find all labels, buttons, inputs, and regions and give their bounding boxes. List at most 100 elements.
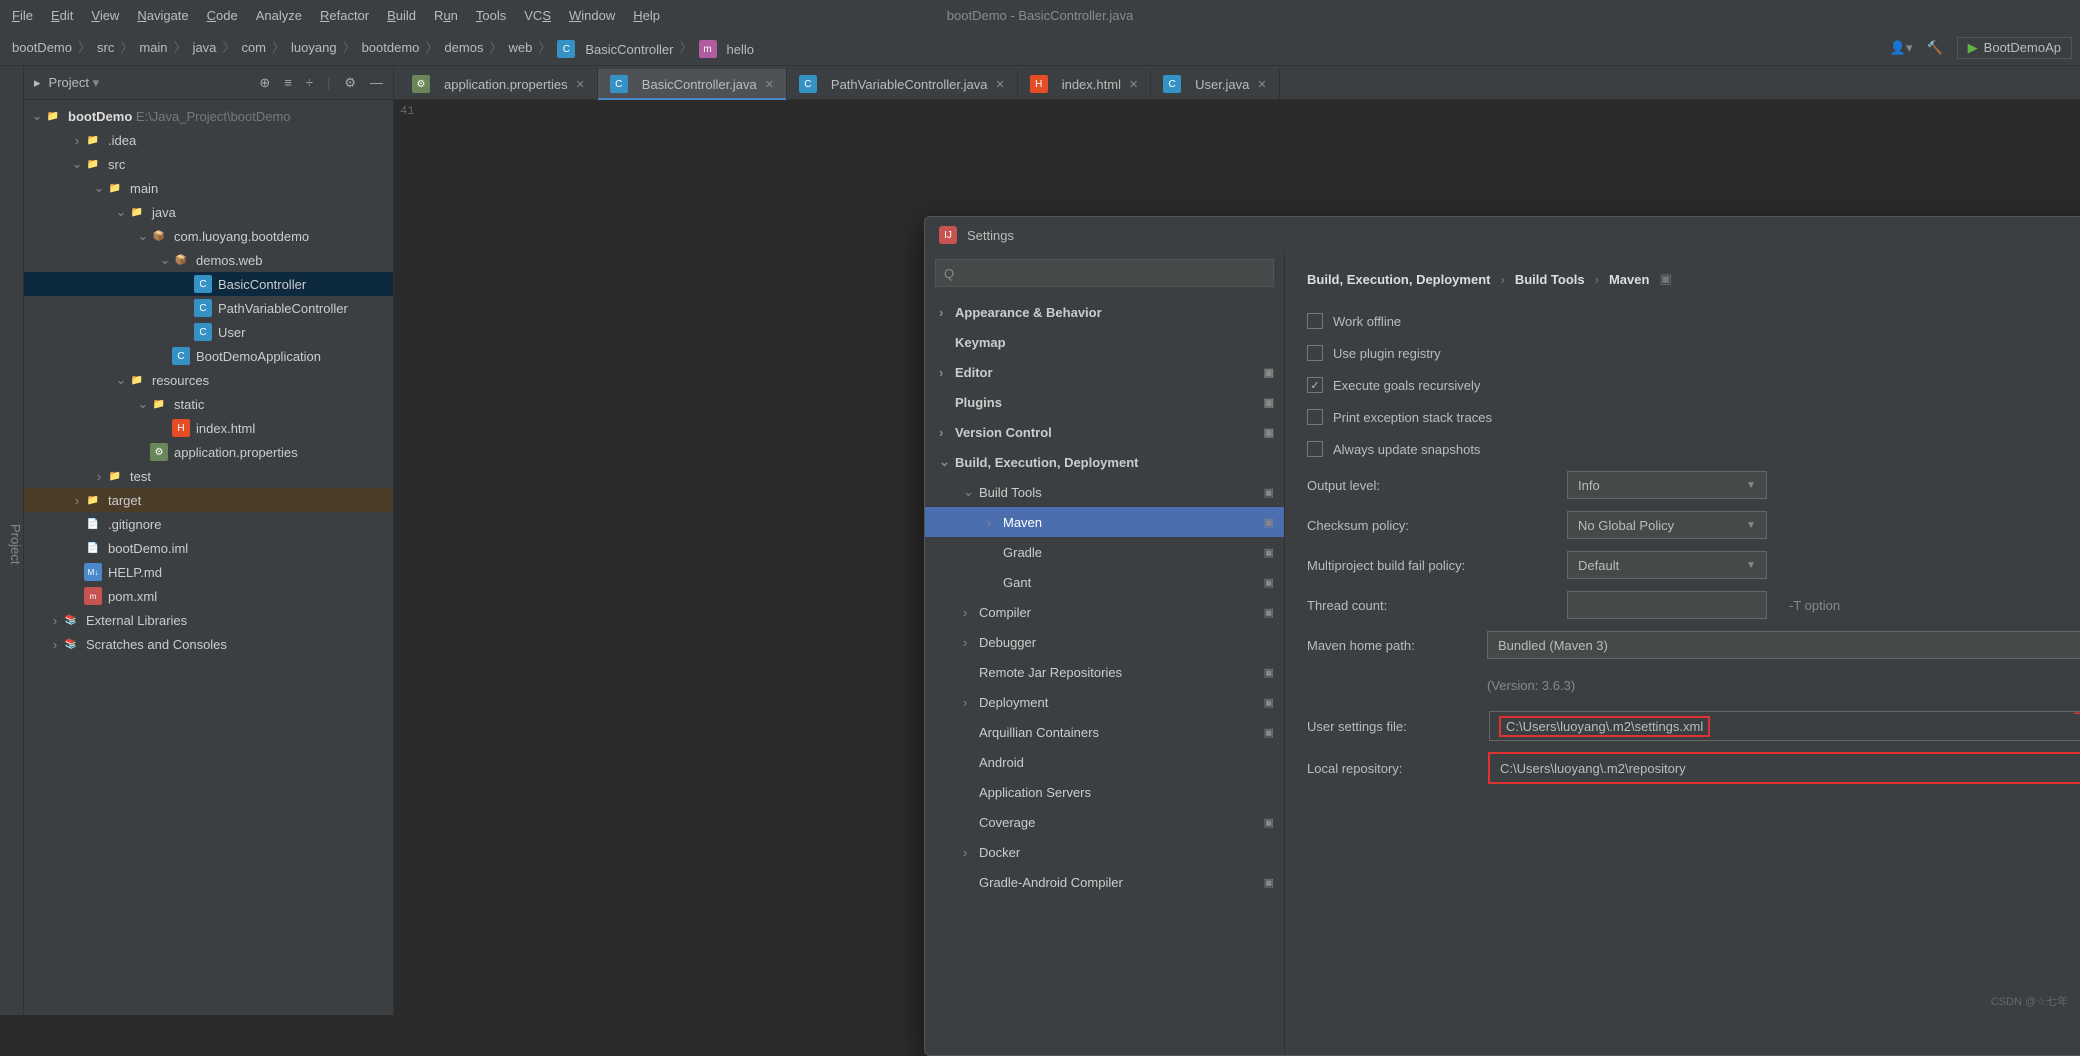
menu-analyze[interactable]: Analyze [256, 8, 302, 23]
menu-edit[interactable]: Edit [51, 8, 73, 23]
settings-category[interactable]: ⌄Build Tools▣ [925, 477, 1284, 507]
settings-category[interactable]: ⌄Build, Execution, Deployment [925, 447, 1284, 477]
checkbox-row[interactable]: Always update snapshots [1307, 433, 2080, 465]
tree-item[interactable]: CPathVariableController [24, 296, 393, 320]
menu-refactor[interactable]: Refactor [320, 8, 369, 23]
tree-item[interactable]: ›📁test [24, 464, 393, 488]
checkbox[interactable] [1307, 377, 1323, 393]
tree-item[interactable]: CUser [24, 320, 393, 344]
settings-category[interactable]: Keymap [925, 327, 1284, 357]
crumb[interactable]: com [237, 40, 270, 55]
settings-category[interactable]: Android [925, 747, 1284, 777]
crumb[interactable]: java [189, 40, 221, 55]
crumb[interactable]: bootdemo [358, 40, 424, 55]
tree-root[interactable]: ⌄📁bootDemo E:\Java_Project\bootDemo [24, 104, 393, 128]
menu-code[interactable]: Code [207, 8, 238, 23]
close-tab-icon[interactable]: ✕ [1257, 78, 1266, 91]
settings-category[interactable]: Arquillian Containers▣ [925, 717, 1284, 747]
crumb[interactable]: main [135, 40, 171, 55]
editor-tab[interactable]: ⚙application.properties✕ [400, 69, 598, 99]
tree-item[interactable]: ⌄📦com.luoyang.bootdemo [24, 224, 393, 248]
checkbox[interactable] [1307, 441, 1323, 457]
checkbox-row[interactable]: Work offline [1307, 305, 2080, 337]
close-tab-icon[interactable]: ✕ [995, 78, 1004, 91]
tree-item[interactable]: ⌄📁resources [24, 368, 393, 392]
menu-help[interactable]: Help [633, 8, 660, 23]
checkbox[interactable] [1307, 313, 1323, 329]
tree-item[interactable]: 📄.gitignore [24, 512, 393, 536]
tree-item[interactable]: Hindex.html [24, 416, 393, 440]
menu-vcs[interactable]: VCS [524, 8, 551, 23]
checkbox-row[interactable]: Use plugin registry [1307, 337, 2080, 369]
checkbox-row[interactable]: Print exception stack traces [1307, 401, 2080, 433]
local-repo-input[interactable]: C:\Users\luoyang\.m2\repository 📁 [1489, 753, 2080, 783]
editor-tab[interactable]: CBasicController.java✕ [598, 69, 787, 99]
tree-item[interactable]: ›📁target [24, 488, 393, 512]
hide-icon[interactable]: — [370, 75, 383, 91]
home-select[interactable]: Bundled (Maven 3)▼ [1487, 631, 2080, 659]
output-level-select[interactable]: Info▼ [1567, 471, 1767, 499]
crumb[interactable]: CBasicController [553, 40, 677, 58]
tree-item[interactable]: ›📚Scratches and Consoles [24, 632, 393, 656]
settings-category[interactable]: ›Debugger [925, 627, 1284, 657]
crumb[interactable]: bootDemo [8, 40, 76, 55]
menu-build[interactable]: Build [387, 8, 416, 23]
settings-category[interactable]: Gradle▣ [925, 537, 1284, 567]
locate-icon[interactable]: ⊕ [259, 75, 270, 91]
crumb[interactable]: src [93, 40, 118, 55]
project-tool-tab[interactable]: Project [8, 524, 23, 564]
tree-item[interactable]: ⌄📁java [24, 200, 393, 224]
tree-item[interactable]: mpom.xml [24, 584, 393, 608]
menu-tools[interactable]: Tools [476, 8, 506, 23]
editor-tab[interactable]: CPathVariableController.java✕ [787, 69, 1018, 99]
project-tree[interactable]: ⌄📁bootDemo E:\Java_Project\bootDemo›📁.id… [24, 100, 393, 660]
crumb[interactable]: web [504, 40, 536, 55]
menu-file[interactable]: File [12, 8, 33, 23]
thread-input[interactable] [1567, 591, 1767, 619]
settings-category[interactable]: ›Maven▣ [925, 507, 1284, 537]
tree-item[interactable]: ⌄📁main [24, 176, 393, 200]
settings-category[interactable]: Gant▣ [925, 567, 1284, 597]
settings-category[interactable]: ›Docker [925, 837, 1284, 867]
settings-category[interactable]: Application Servers [925, 777, 1284, 807]
settings-category[interactable]: ›Version Control▣ [925, 417, 1284, 447]
tree-item[interactable]: CBasicController [24, 272, 393, 296]
menu-view[interactable]: View [91, 8, 119, 23]
tree-item[interactable]: CBootDemoApplication [24, 344, 393, 368]
settings-category[interactable]: Gradle-Android Compiler▣ [925, 867, 1284, 897]
settings-category[interactable]: Plugins▣ [925, 387, 1284, 417]
menu-run[interactable]: Run [434, 8, 458, 23]
fail-policy-select[interactable]: Default▼ [1567, 551, 1767, 579]
checksum-select[interactable]: No Global Policy▼ [1567, 511, 1767, 539]
menu-window[interactable]: Window [569, 8, 615, 23]
user-icon[interactable]: 👤▾ [1890, 40, 1913, 56]
user-settings-input[interactable]: C:\Users\luoyang\.m2\settings.xml 📁 [1489, 711, 2080, 741]
settings-category[interactable]: ›Compiler▣ [925, 597, 1284, 627]
tree-item[interactable]: ›📁.idea [24, 128, 393, 152]
crumb[interactable]: luoyang [287, 40, 341, 55]
settings-search[interactable]: Q [935, 259, 1274, 287]
tree-item[interactable]: ⌄📁static [24, 392, 393, 416]
tree-item[interactable]: ›📚External Libraries [24, 608, 393, 632]
checkbox[interactable] [1307, 409, 1323, 425]
menu-navigate[interactable]: Navigate [137, 8, 188, 23]
tree-item[interactable]: M↓HELP.md [24, 560, 393, 584]
tree-item[interactable]: 📄bootDemo.iml [24, 536, 393, 560]
settings-category[interactable]: ›Editor▣ [925, 357, 1284, 387]
settings-category[interactable]: Remote Jar Repositories▣ [925, 657, 1284, 687]
build-icon[interactable]: 🔨 [1926, 40, 1942, 56]
checkbox[interactable] [1307, 345, 1323, 361]
expand-icon[interactable]: ≡ [284, 75, 292, 91]
close-tab-icon[interactable]: ✕ [1129, 78, 1138, 91]
crumb[interactable]: mhello [695, 40, 758, 58]
run-config-selector[interactable]: ▶ BootDemoAp [1957, 37, 2072, 59]
checkbox-row[interactable]: Execute goals recursively [1307, 369, 2080, 401]
settings-category[interactable]: Coverage▣ [925, 807, 1284, 837]
settings-category[interactable]: ›Deployment▣ [925, 687, 1284, 717]
settings-category[interactable]: ›Appearance & Behavior [925, 297, 1284, 327]
close-tab-icon[interactable]: ✕ [576, 78, 585, 91]
settings-gear-icon[interactable]: ⚙ [344, 75, 356, 91]
crumb[interactable]: demos [440, 40, 487, 55]
tree-item[interactable]: ⌄📦demos.web [24, 248, 393, 272]
collapse-icon[interactable]: ÷ [306, 75, 313, 91]
